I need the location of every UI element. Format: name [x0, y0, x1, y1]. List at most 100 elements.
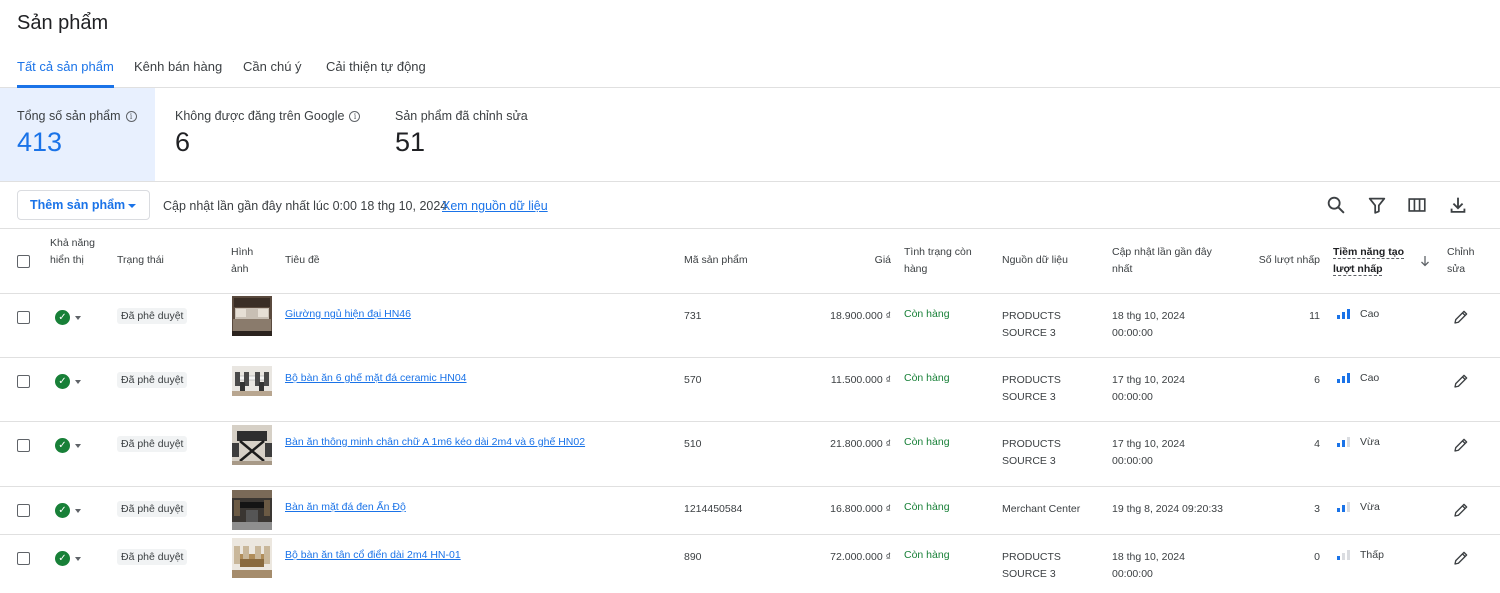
row-checkbox[interactable]	[17, 375, 30, 388]
data-source: Merchant Center	[1002, 503, 1081, 515]
product-id: 1214450584	[684, 503, 743, 515]
potential-level: Cao	[1360, 308, 1380, 320]
product-thumbnail[interactable]	[232, 425, 272, 465]
signal-bars-icon	[1337, 309, 1351, 319]
column-header-last-updated[interactable]: Cập nhật lần gần đây nhất	[1112, 244, 1232, 278]
product-id: 570	[684, 374, 702, 386]
product-title-link[interactable]: Bộ bàn ăn 6 ghế mặt đá ceramic HN04	[285, 372, 467, 384]
pencil-icon[interactable]	[1452, 501, 1470, 519]
tab-all-products[interactable]: Tất cả sản phẩm	[17, 59, 114, 88]
pencil-icon[interactable]	[1452, 372, 1470, 390]
column-header-click-potential[interactable]: Tiềm năng tạo lượt nhấp	[1333, 244, 1409, 278]
product-id: 510	[684, 438, 702, 450]
chevron-down-icon[interactable]	[75, 380, 81, 384]
column-header-title[interactable]: Tiêu đề	[285, 252, 320, 269]
pencil-icon[interactable]	[1452, 436, 1470, 454]
stat-not-listed[interactable]: Không được đăng trên Google i 6	[158, 88, 378, 181]
table-row: ✓ Đã phê duyệt Bộ bàn ăn tân cổ điển dài…	[0, 535, 1500, 593]
product-thumbnail[interactable]	[232, 538, 272, 578]
data-source: PRODUCTS SOURCE 3	[1002, 438, 1061, 467]
product-price: 16.800.000 ₫	[830, 503, 891, 515]
product-id: 890	[684, 551, 702, 563]
availability-text: Còn hàng	[904, 308, 950, 320]
column-header-status[interactable]: Trạng thái	[117, 252, 164, 269]
product-id: 731	[684, 310, 702, 322]
click-count: 6	[1314, 374, 1320, 386]
column-header-click-potential-label: Tiềm năng tạo lượt nhấp	[1333, 246, 1404, 276]
potential-level: Vừa	[1360, 501, 1380, 513]
add-product-button[interactable]: Thêm sản phẩm	[17, 190, 150, 220]
column-header-product-id[interactable]: Mã sản phẩm	[684, 252, 748, 269]
last-update-text: Cập nhật lần gần đây nhất lúc 0:00 18 th…	[163, 199, 448, 213]
check-circle-icon: ✓	[55, 438, 70, 453]
data-source: PRODUCTS SOURCE 3	[1002, 551, 1061, 580]
pencil-icon[interactable]	[1452, 308, 1470, 326]
column-header-edit: Chỉnh sửa	[1447, 246, 1475, 275]
signal-bars-icon	[1337, 502, 1351, 512]
product-thumbnail[interactable]	[232, 490, 272, 530]
stat-value: 413	[17, 127, 63, 157]
table-row: ✓ Đã phê duyệt Bàn ăn thông minh chân ch…	[0, 422, 1500, 487]
download-icon[interactable]	[1447, 194, 1469, 216]
column-header-price[interactable]: Giá	[820, 252, 891, 269]
row-checkbox[interactable]	[17, 504, 30, 517]
product-title-link[interactable]: Giường ngủ hiện đại HN46	[285, 308, 411, 320]
potential-level: Thấp	[1360, 549, 1384, 561]
product-title-link[interactable]: Bàn ăn mặt đá đen Ấn Độ	[285, 501, 406, 513]
click-count: 4	[1314, 438, 1320, 450]
data-source: PRODUCTS SOURCE 3	[1002, 374, 1061, 403]
column-header-visibility[interactable]: Khả năng hiển thị	[50, 235, 95, 269]
product-title-link[interactable]: Bàn ăn thông minh chân chữ A 1m6 kéo dài…	[285, 436, 585, 448]
column-header-availability[interactable]: Tình trạng còn hàng	[904, 244, 989, 278]
table-row: ✓ Đã phê duyệt Bàn ăn mặt đá đen Ấn Độ 1…	[0, 487, 1500, 535]
status-badge: Đã phê duyệt	[117, 501, 188, 517]
table-row: ✓ Đã phê duyệt Giường ngủ hiện đại HN46 …	[0, 294, 1500, 358]
row-checkbox[interactable]	[17, 552, 30, 565]
availability-text: Còn hàng	[904, 436, 950, 448]
row-checkbox[interactable]	[17, 311, 30, 324]
last-updated: 18 thg 10, 2024 00:00:00	[1112, 310, 1185, 339]
info-icon[interactable]: i	[125, 110, 137, 122]
tab-bar: Tất cả sản phẩm Kênh bán hàng Cần chú ý …	[0, 52, 1500, 88]
click-count: 0	[1314, 551, 1320, 563]
stat-label: Sản phẩm đã chỉnh sửa	[395, 109, 528, 123]
last-updated: 19 thg 8, 2024 09:20:33	[1112, 503, 1223, 515]
row-checkbox[interactable]	[17, 439, 30, 452]
chevron-down-icon[interactable]	[75, 509, 81, 513]
pencil-icon[interactable]	[1452, 549, 1470, 567]
table-row: ✓ Đã phê duyệt Bộ bàn ăn 6 ghế mặt đá ce…	[0, 358, 1500, 422]
page-title: Sản phẩm	[17, 12, 109, 34]
last-updated: 17 thg 10, 2024 00:00:00	[1112, 374, 1185, 403]
status-badge: Đã phê duyệt	[117, 372, 188, 388]
arrow-down-icon[interactable]	[1419, 255, 1431, 267]
tab-needs-attention[interactable]: Cần chú ý	[243, 59, 302, 88]
view-data-source-link[interactable]: Xem nguồn dữ liệu	[442, 199, 548, 213]
data-source: PRODUCTS SOURCE 3	[1002, 310, 1061, 339]
info-icon[interactable]: i	[349, 110, 361, 122]
column-header-data-source[interactable]: Nguồn dữ liệu	[1002, 252, 1068, 269]
chevron-down-icon[interactable]	[75, 316, 81, 320]
search-icon[interactable]	[1325, 194, 1347, 216]
filter-icon[interactable]	[1366, 194, 1388, 216]
stat-value: 51	[395, 127, 426, 157]
toolbar: Thêm sản phẩm Cập nhật lần gần đây nhất …	[0, 182, 1500, 229]
product-thumbnail[interactable]	[232, 366, 272, 396]
product-price: 72.000.000 ₫	[830, 551, 891, 563]
stats-bar: Tổng số sản phẩm i 413 Không được đăng tr…	[0, 88, 1500, 182]
product-thumbnail[interactable]	[232, 296, 272, 336]
column-header-image: Hình ảnh	[231, 246, 254, 275]
signal-bars-icon	[1337, 437, 1351, 447]
select-all-checkbox[interactable]	[17, 255, 30, 268]
columns-icon[interactable]	[1406, 194, 1428, 216]
stat-total-products[interactable]: Tổng số sản phẩm i 413	[0, 88, 155, 181]
product-price: 11.500.000 ₫	[830, 374, 891, 386]
chevron-down-icon[interactable]	[75, 444, 81, 448]
availability-text: Còn hàng	[904, 372, 950, 384]
product-title-link[interactable]: Bộ bàn ăn tân cổ điển dài 2m4 HN-01	[285, 549, 461, 561]
chevron-down-icon[interactable]	[75, 557, 81, 561]
tab-sales-channels[interactable]: Kênh bán hàng	[134, 59, 222, 88]
tab-auto-improvements[interactable]: Cải thiện tự động	[326, 59, 426, 88]
stat-edited-products[interactable]: Sản phẩm đã chỉnh sửa 51	[378, 88, 578, 181]
column-header-clicks[interactable]: Số lượt nhấp	[1240, 252, 1320, 269]
product-price: 18.900.000 ₫	[830, 310, 891, 322]
